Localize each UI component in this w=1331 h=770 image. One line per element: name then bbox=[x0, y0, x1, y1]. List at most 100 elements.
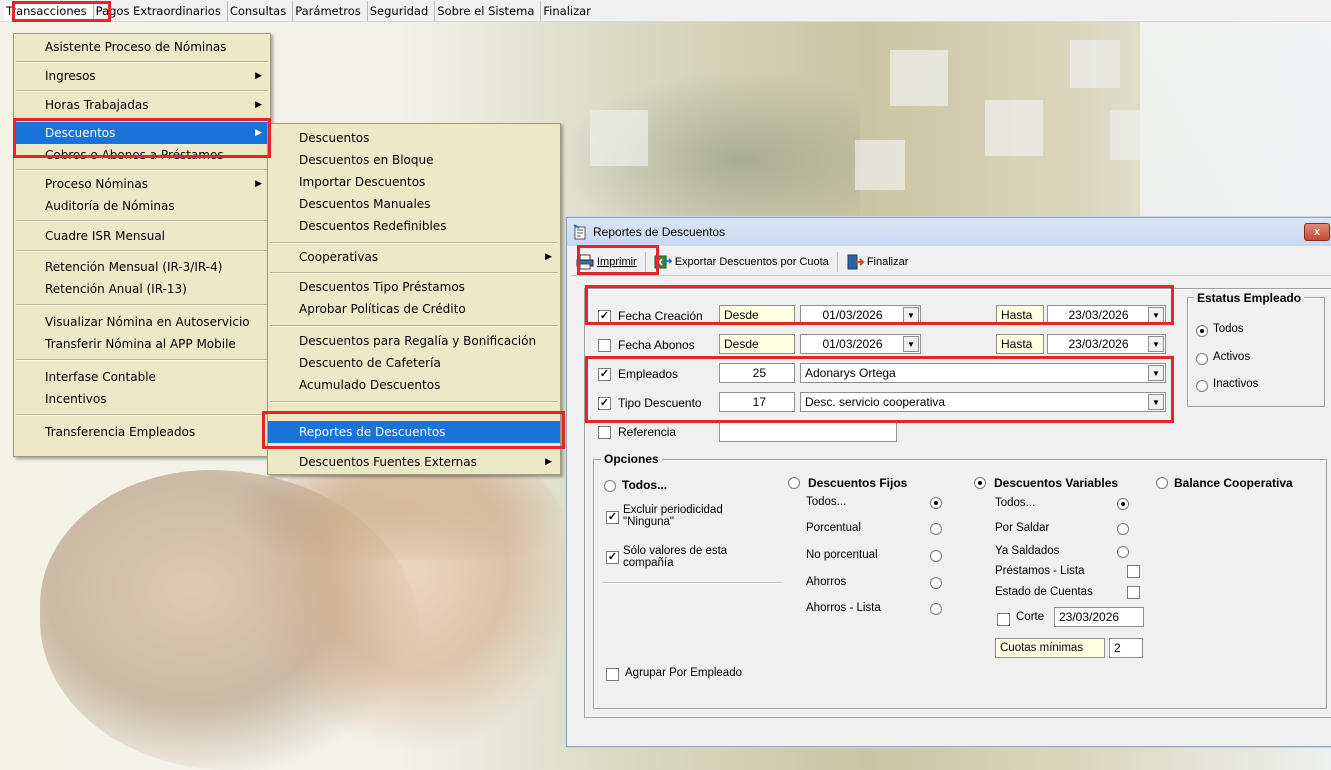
submenu-item-descuentos[interactable]: Descuentos bbox=[268, 127, 560, 149]
menu-item-label: Retención Mensual (IR-3/IR-4) bbox=[45, 260, 223, 274]
menu-item-label: Reportes de Descuentos bbox=[299, 425, 446, 439]
chevron-down-icon[interactable]: ▼ bbox=[1148, 365, 1164, 381]
imprimir-button[interactable]: Imprimir bbox=[571, 251, 642, 273]
chevron-down-icon[interactable]: ▼ bbox=[1148, 336, 1164, 352]
tipo-descuento-select[interactable]: Desc. servicio cooperativa ▼ bbox=[800, 392, 1166, 412]
solo-valores-checkbox[interactable]: ✓ bbox=[606, 551, 619, 564]
menu-item-visualizar-nomina[interactable]: Visualizar Nómina en Autoservicio bbox=[14, 311, 270, 333]
tipo-descuento-code-field[interactable]: 17 bbox=[719, 392, 795, 412]
menu-seguridad[interactable]: Seguridad bbox=[368, 0, 436, 21]
submenu-item-cooperativas[interactable]: Cooperativas ▶ bbox=[268, 246, 560, 268]
chevron-down-icon[interactable]: ▼ bbox=[1148, 307, 1164, 323]
menu-item-auditoria-nominas[interactable]: Auditoría de Nóminas bbox=[14, 195, 270, 217]
submenu-item-reportes-descuentos[interactable]: Reportes de Descuentos bbox=[268, 421, 560, 443]
menu-item-transferencia-empleados[interactable]: Transferencia Empleados bbox=[14, 421, 270, 443]
submenu-item-regalia-bonificacion[interactable]: Descuentos para Regalía y Bonificación bbox=[268, 330, 560, 352]
descuentos-variables-radio[interactable] bbox=[974, 477, 986, 489]
variables-todos-radio[interactable] bbox=[1117, 498, 1129, 510]
submenu-item-aprobar-politicas[interactable]: Aprobar Políticas de Crédito bbox=[268, 298, 560, 320]
submenu-item-acumulado[interactable]: Acumulado Descuentos bbox=[268, 374, 560, 396]
exportar-descuentos-button[interactable]: Exportar Descuentos por Cuota bbox=[649, 251, 834, 273]
corte-date-field[interactable]: 23/03/2026 bbox=[1054, 607, 1144, 627]
menu-transacciones[interactable]: Transacciones bbox=[4, 0, 94, 21]
balance-cooperativa-radio[interactable] bbox=[1156, 477, 1168, 489]
menu-item-cuadre-isr[interactable]: Cuadre ISR Mensual bbox=[14, 225, 270, 247]
submenu-item-cafeteria[interactable]: Descuento de Cafetería bbox=[268, 352, 560, 374]
menu-item-retencion-anual[interactable]: Retención Anual (IR-13) bbox=[14, 278, 270, 300]
fijos-ahorros-lista-radio[interactable] bbox=[930, 603, 942, 615]
menu-consultas[interactable]: Consultas bbox=[228, 0, 294, 21]
tipo-descuento-checkbox[interactable]: ✓ bbox=[598, 397, 611, 410]
variables-por-saldar-radio[interactable] bbox=[1117, 523, 1129, 535]
submenu-arrow-icon: ▶ bbox=[255, 179, 262, 189]
descuentos-fijos-radio[interactable] bbox=[788, 477, 800, 489]
fijos-no-porcentual-radio[interactable] bbox=[930, 550, 942, 562]
empleado-code-field[interactable]: 25 bbox=[719, 363, 795, 383]
reportes-descuentos-dialog: Reportes de Descuentos x Imprimir Export… bbox=[566, 217, 1331, 747]
fecha-abonos-desde-field[interactable]: 01/03/2026 ▼ bbox=[800, 334, 921, 354]
empleados-checkbox[interactable]: ✓ bbox=[598, 368, 611, 381]
menu-item-label: Descuentos en Bloque bbox=[299, 153, 434, 167]
menu-item-retencion-mensual[interactable]: Retención Mensual (IR-3/IR-4) bbox=[14, 256, 270, 278]
chevron-down-icon[interactable]: ▼ bbox=[903, 307, 919, 323]
fijos-todos-radio[interactable] bbox=[930, 497, 942, 509]
chevron-down-icon[interactable]: ▼ bbox=[1148, 394, 1164, 410]
prestamos-lista-checkbox[interactable] bbox=[1127, 565, 1140, 578]
variables-ya-saldados-radio[interactable] bbox=[1117, 546, 1129, 558]
excluir-periodicidad-checkbox[interactable]: ✓ bbox=[606, 511, 619, 524]
estatus-todos-radio[interactable] bbox=[1196, 325, 1208, 337]
menu-item-label: Descuento de Cafetería bbox=[299, 356, 441, 370]
corte-checkbox[interactable] bbox=[997, 613, 1010, 626]
menu-item-label: Ingresos bbox=[45, 69, 96, 83]
fecha-abonos-checkbox[interactable] bbox=[598, 339, 611, 352]
menu-item-interfase-contable[interactable]: Interfase Contable bbox=[14, 366, 270, 388]
menu-finalizar[interactable]: Finalizar bbox=[541, 1, 597, 21]
dialog-titlebar[interactable]: Reportes de Descuentos bbox=[567, 218, 1331, 246]
submenu-item-fuentes-externas[interactable]: Descuentos Fuentes Externas ▶ bbox=[268, 451, 560, 473]
submenu-item-descuentos-manuales[interactable]: Descuentos Manuales bbox=[268, 193, 560, 215]
menu-item-asistente[interactable]: Asistente Proceso de Nóminas bbox=[14, 36, 270, 58]
estatus-inactivos-radio[interactable] bbox=[1196, 380, 1208, 392]
submenu-arrow-icon: ▶ bbox=[545, 252, 552, 262]
finalizar-button[interactable]: Finalizar bbox=[841, 251, 914, 273]
menu-sobre-el-sistema[interactable]: Sobre el Sistema bbox=[435, 0, 542, 21]
submenu-item-importar-descuentos[interactable]: Importar Descuentos bbox=[268, 171, 560, 193]
variables-por-saldar-label: Por Saldar bbox=[995, 522, 1050, 534]
fecha-creacion-hasta-field[interactable]: 23/03/2026 ▼ bbox=[1047, 305, 1166, 325]
tipo-descuento-label: Tipo Descuento bbox=[618, 396, 702, 410]
menu-item-label: Visualizar Nómina en Autoservicio bbox=[45, 315, 250, 329]
agrupar-empleado-checkbox[interactable] bbox=[606, 668, 619, 681]
fecha-creacion-desde-field[interactable]: 01/03/2026 ▼ bbox=[800, 305, 921, 325]
fijos-ahorros-radio[interactable] bbox=[930, 577, 942, 589]
submenu-item-descuentos-redefinibles[interactable]: Descuentos Redefinibles bbox=[268, 215, 560, 237]
fijos-porcentual-radio[interactable] bbox=[930, 523, 942, 535]
cuotas-minimas-field[interactable]: 2 bbox=[1109, 638, 1143, 658]
menu-item-ingresos[interactable]: Ingresos ▶ bbox=[14, 65, 270, 87]
agrupar-empleado-label: Agrupar Por Empleado bbox=[625, 667, 742, 679]
menu-item-incentivos[interactable]: Incentivos bbox=[14, 388, 270, 410]
chevron-down-icon[interactable]: ▼ bbox=[903, 336, 919, 352]
menu-item-descuentos[interactable]: Descuentos ▶ bbox=[14, 122, 270, 144]
fecha-creacion-hasta-label: Hasta bbox=[996, 305, 1044, 325]
opcion-todos-radio[interactable] bbox=[604, 480, 616, 492]
menu-pagos-extraordinarios[interactable]: Pagos Extraordinarios bbox=[94, 0, 228, 21]
cuotas-minimas-label: Cuotas mínimas bbox=[995, 638, 1105, 658]
referencia-field[interactable] bbox=[719, 422, 897, 442]
menu-item-label: Descuentos Manuales bbox=[299, 197, 431, 211]
menu-item-proceso-nominas[interactable]: Proceso Nóminas ▶ bbox=[14, 173, 270, 195]
menu-item-label: Descuentos Redefinibles bbox=[299, 219, 447, 233]
empleado-select[interactable]: Adonarys Ortega ▼ bbox=[800, 363, 1166, 383]
fecha-creacion-checkbox[interactable]: ✓ bbox=[598, 310, 611, 323]
menu-item-transferir-nomina[interactable]: Transferir Nómina al APP Mobile bbox=[14, 333, 270, 355]
estado-cuentas-checkbox[interactable] bbox=[1127, 586, 1140, 599]
menu-item-cobros-abonos[interactable]: Cobros o Abonos a Préstamos bbox=[14, 144, 270, 166]
estatus-activos-radio[interactable] bbox=[1196, 353, 1208, 365]
close-button[interactable]: x bbox=[1304, 223, 1330, 241]
referencia-checkbox[interactable] bbox=[598, 426, 611, 439]
submenu-item-descuentos-bloque[interactable]: Descuentos en Bloque bbox=[268, 149, 560, 171]
menu-item-horas-trabajadas[interactable]: Horas Trabajadas ▶ bbox=[14, 94, 270, 116]
submenu-item-tipo-prestamos[interactable]: Descuentos Tipo Préstamos bbox=[268, 276, 560, 298]
fecha-abonos-hasta-field[interactable]: 23/03/2026 ▼ bbox=[1047, 334, 1166, 354]
menu-parametros[interactable]: Parámetros bbox=[293, 0, 368, 21]
dialog-title: Reportes de Descuentos bbox=[593, 225, 726, 239]
